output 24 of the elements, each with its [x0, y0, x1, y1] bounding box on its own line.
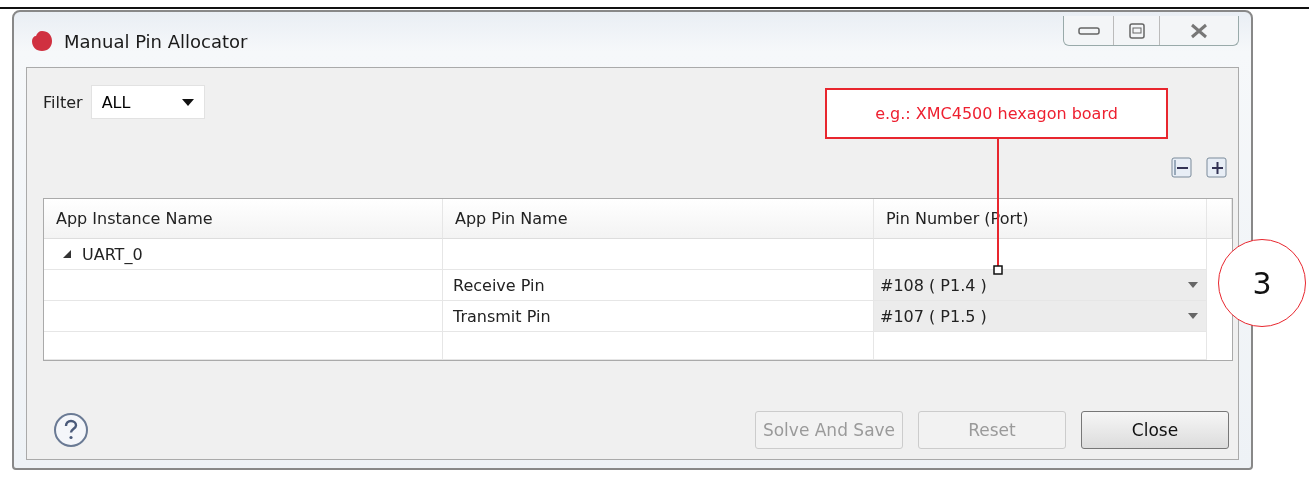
help-icon[interactable] [53, 412, 89, 448]
dialog-button[interactable]: Close [1081, 411, 1229, 449]
minimize-icon[interactable] [1077, 25, 1100, 36]
collapse-all-icon[interactable] [1171, 157, 1192, 178]
pin-name-cell: Receive Pin [443, 270, 874, 301]
callout-label: e.g.: XMC4500 hexagon board [825, 88, 1168, 139]
column-header[interactable]: App Instance Name [44, 199, 443, 239]
filter-label: Filter [43, 92, 83, 112]
app-icon [30, 29, 54, 53]
expand-all-icon[interactable] [1206, 157, 1227, 178]
pin-number-dropdown[interactable]: #107 ( P1.5 ) [874, 301, 1207, 332]
pin-name-cell: Transmit Pin [443, 301, 874, 332]
dropdown-arrow-icon [1188, 282, 1198, 288]
window-title: Manual Pin Allocator [64, 31, 248, 52]
instance-name: UART_0 [82, 244, 143, 264]
tree-row-cell[interactable]: UART_0 [44, 239, 443, 270]
close-icon[interactable] [1189, 22, 1209, 39]
maximize-icon[interactable] [1128, 22, 1145, 39]
filter-dropdown[interactable]: ALL [90, 85, 205, 119]
pin-number-dropdown[interactable]: #108 ( P1.4 ) [874, 270, 1207, 301]
column-header[interactable]: App Pin Name [443, 199, 874, 239]
expand-arrow-icon[interactable] [62, 249, 72, 259]
dropdown-arrow-icon [1188, 313, 1198, 319]
dropdown-arrow-icon [181, 98, 194, 106]
